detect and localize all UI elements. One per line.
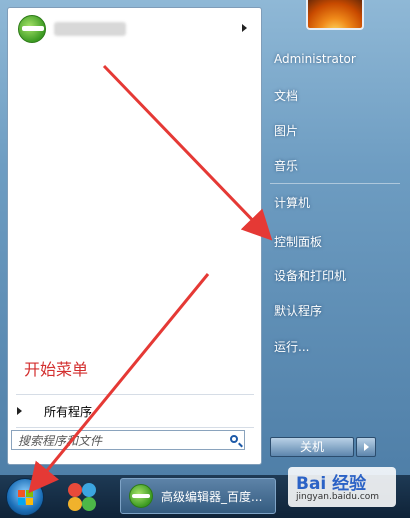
taskbar-window-label: 高级编辑器_百度... [161, 489, 263, 504]
watermark-url: jingyan.baidu.com [296, 492, 380, 502]
right-item-control-panel[interactable]: 控制面板 [274, 233, 322, 250]
baidu-watermark: Bai 经验 jingyan.baidu.com [288, 467, 396, 507]
divider [270, 183, 400, 184]
shutdown-button[interactable]: 关机 [270, 437, 354, 457]
internet-explorer-icon [18, 15, 46, 43]
all-programs-label: 所有程序 [44, 404, 93, 419]
right-item-pictures[interactable]: 图片 [274, 122, 298, 139]
right-item-default-programs[interactable]: 默认程序 [274, 302, 322, 319]
search-placeholder: 搜索程序和文件 [18, 433, 103, 448]
all-programs-arrow-icon [17, 407, 22, 415]
search-icon[interactable] [230, 435, 238, 443]
blurred-program-name [54, 22, 126, 36]
right-item-administrator[interactable]: Administrator [274, 52, 356, 66]
watermark-brand: Bai 经验 [296, 474, 367, 494]
pinned-program-ie[interactable] [12, 10, 255, 48]
windows-start-icon [18, 490, 34, 506]
right-item-documents[interactable]: 文档 [274, 87, 298, 104]
user-picture[interactable] [306, 0, 364, 30]
right-item-run[interactable]: 运行... [274, 338, 309, 355]
right-item-computer[interactable]: 计算机 [274, 194, 310, 211]
annotation-start-menu: 开始菜单 [24, 360, 89, 379]
places-pane: Administrator 文档 图片 音乐 计算机 控制面板 设备和打印机 默… [262, 0, 410, 475]
programs-pane: 所有程序 [7, 7, 262, 465]
taskbar-app-icon[interactable] [62, 481, 102, 513]
search-input[interactable]: 搜索程序和文件 [11, 430, 245, 450]
divider [16, 427, 254, 428]
right-item-music[interactable]: 音乐 [274, 157, 298, 174]
taskbar-window-ie[interactable]: 高级编辑器_百度... [120, 478, 276, 514]
start-menu: 所有程序 搜索程序和文件 开始菜单 Administrator 文档 图片 音乐… [0, 0, 410, 475]
right-item-devices-printers[interactable]: 设备和打印机 [274, 267, 346, 284]
shutdown-arrow-icon[interactable] [356, 437, 376, 457]
start-button[interactable] [6, 478, 44, 516]
divider [16, 394, 254, 395]
all-programs-button[interactable]: 所有程序 [17, 401, 92, 421]
internet-explorer-icon [129, 484, 153, 508]
submenu-arrow-icon[interactable] [242, 24, 247, 32]
